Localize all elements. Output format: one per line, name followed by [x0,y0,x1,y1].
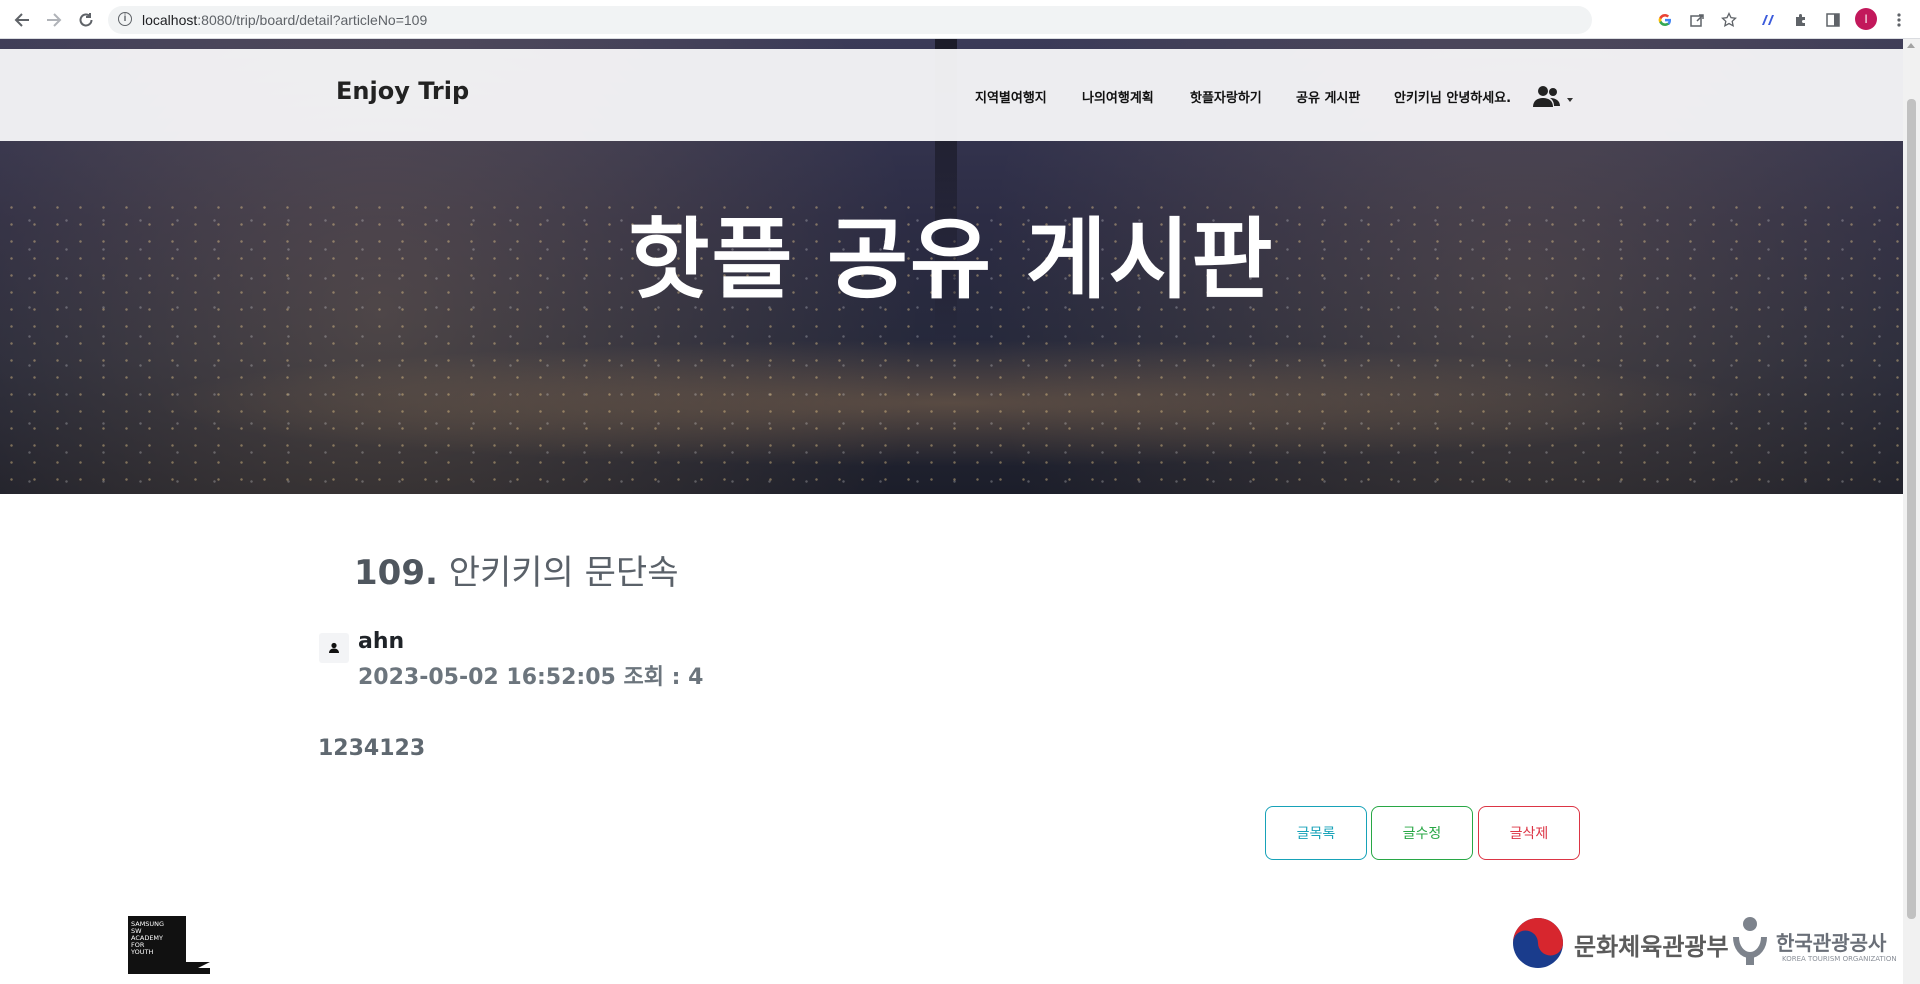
profile-avatar[interactable]: I [1855,8,1877,30]
taegeuk-emblem-icon [1513,918,1563,968]
scroll-up-arrow-icon[interactable] [1907,43,1915,48]
top-navbar: Enjoy Trip 지역별여행지 나의여행계획 핫플자랑하기 공유 게시판 안… [0,49,1903,141]
back-icon[interactable] [10,8,34,32]
extension-icon[interactable] [1758,9,1780,31]
edit-button[interactable]: 글수정 [1371,806,1473,860]
article-title: 109. 안키키의 문단속 [354,545,678,594]
brand-logo[interactable]: Enjoy Trip [336,77,469,105]
user-icon [329,642,339,653]
nav-item-regional-trips[interactable]: 지역별여행지 [975,87,1047,106]
delete-button[interactable]: 글삭제 [1478,806,1580,860]
author-avatar [319,633,349,663]
nav-item-share-board[interactable]: 공유 게시판 [1296,87,1360,106]
reload-icon[interactable] [74,8,98,32]
url-host: localhost [142,12,198,28]
url-text[interactable]: localhost:8080/trip/board/detail?article… [142,12,427,28]
kto-name: 한국관광공사 [1776,931,1887,955]
forward-icon[interactable] [42,8,66,32]
users-icon[interactable] [1532,85,1562,109]
ssafy-logo-box: SAMSUNG SW ACADEMY FOR YOUTH [128,916,186,974]
info-icon[interactable]: i [118,12,132,26]
puzzle-icon[interactable] [1790,9,1812,31]
ssafy-logo-base [128,968,210,974]
nav-item-my-trip-plan[interactable]: 나의여행계획 [1082,87,1154,106]
menu-dots-icon[interactable] [1888,9,1910,31]
ssafy-line: YOUTH [131,948,154,956]
author-name: ahn [358,629,405,654]
scrollbar-thumb[interactable] [1907,99,1916,919]
address-bar[interactable]: i localhost:8080/trip/board/detail?artic… [108,6,1592,34]
moc-name: 문화체육관광부 [1574,933,1729,961]
google-icon[interactable] [1654,9,1676,31]
share-icon[interactable] [1686,9,1708,31]
article-meta: 2023-05-02 16:52:05 조회 : 4 [358,665,704,690]
moc-logo: 문화체육관광부 [1512,915,1732,971]
kto-subtitle: KOREA TOURISM ORGANIZATION [1782,955,1897,963]
bookmark-star-icon[interactable] [1718,9,1740,31]
hero-title: 핫플 공유 게시판 [628,208,1275,311]
page-viewport: 핫플 공유 게시판 Enjoy Trip 지역별여행지 나의여행계획 핫플자랑하… [0,39,1903,984]
nav-item-greeting[interactable]: 안키키님 안녕하세요. [1394,87,1511,106]
list-button[interactable]: 글목록 [1265,806,1367,860]
browser-toolbar: i localhost:8080/trip/board/detail?artic… [0,0,1920,39]
sidepanel-icon[interactable] [1822,9,1844,31]
article-content: 1234123 [318,736,426,761]
ssafy-logo: SAMSUNG SW ACADEMY FOR YOUTH [128,916,210,974]
url-path: :8080/trip/board/detail?articleNo=109 [197,12,428,28]
article-subject: 안키키의 문단속 [448,553,679,593]
nav-item-hotplace[interactable]: 핫플자랑하기 [1190,87,1262,106]
kto-mark-icon [1733,917,1767,965]
chevron-down-icon[interactable] [1567,98,1573,102]
page-scrollbar[interactable] [1903,39,1920,984]
kto-logo: 한국관광공사 KOREA TOURISM ORGANIZATION [1730,915,1897,975]
article-number: 109. [354,553,438,593]
